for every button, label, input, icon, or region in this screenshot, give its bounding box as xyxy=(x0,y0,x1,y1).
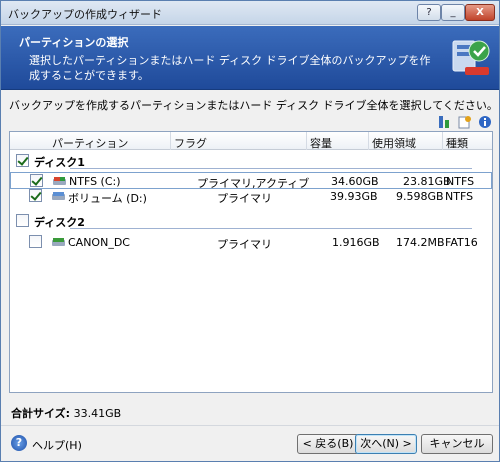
instruction-text: バックアップを作成するパーティションまたはハード ディスク ドライブ全体を選択し… xyxy=(9,99,498,112)
footer-divider xyxy=(1,425,499,426)
title-bar: バックアップの作成ウィザード ? _ X xyxy=(1,1,499,25)
info-icon[interactable] xyxy=(478,115,492,129)
back-button[interactable]: < 戻る(B) xyxy=(297,434,359,454)
wizard-window: バックアップの作成ウィザード ? _ X パーティションの選択 選択したパーティ… xyxy=(0,0,500,462)
partition-icon xyxy=(53,177,66,185)
partition-name: NTFS (C:) xyxy=(69,175,121,188)
disk1-checkbox[interactable] xyxy=(16,154,29,167)
partition-row[interactable]: ボリューム (D:) プライマリ 39.93GB 9.598GB NTFS xyxy=(10,188,492,205)
minimize-button[interactable]: _ xyxy=(441,4,465,21)
partition-type: NTFS xyxy=(446,175,475,188)
close-button[interactable]: X xyxy=(465,4,495,21)
partition-used: 9.598GB xyxy=(396,190,444,203)
window-title: バックアップの作成ウィザード xyxy=(8,8,162,21)
partition-flags: プライマリ xyxy=(217,238,272,251)
disk-group-2: ディスク2 xyxy=(10,212,492,230)
partition-type: NTFS xyxy=(445,190,474,203)
col-used[interactable]: 使用領域 xyxy=(372,135,416,151)
partition-icon xyxy=(52,192,65,200)
total-size: 合計サイズ: 33.41GB xyxy=(11,405,121,421)
total-size-value: 33.41GB xyxy=(73,407,122,420)
next-button[interactable]: 次へ(N) > xyxy=(355,434,417,454)
partition-checkbox[interactable] xyxy=(30,174,43,187)
disk2-checkbox[interactable] xyxy=(16,214,29,227)
help-title-button[interactable]: ? xyxy=(417,4,441,21)
partition-flags: プライマリ xyxy=(217,192,272,205)
partition-checkbox[interactable] xyxy=(29,235,42,248)
col-flags[interactable]: フラグ xyxy=(174,135,207,151)
partition-name: CANON_DC xyxy=(68,236,130,249)
column-header: パーティション フラグ 容量 使用領域 種類 xyxy=(10,132,492,150)
list-toolbar xyxy=(438,115,494,129)
col-capacity[interactable]: 容量 xyxy=(310,135,332,151)
partition-name: ボリューム (D:) xyxy=(68,192,147,205)
col-partition[interactable]: パーティション xyxy=(52,135,128,151)
partition-capacity: 1.916GB xyxy=(332,236,380,249)
partition-type: FAT16 xyxy=(445,236,478,249)
disk-group-1: ディスク1 xyxy=(10,152,492,170)
details-icon[interactable] xyxy=(458,115,472,129)
partition-icon xyxy=(52,238,65,246)
help-icon: ? xyxy=(11,435,27,451)
partition-capacity: 34.60GB xyxy=(331,175,379,188)
col-type[interactable]: 種類 xyxy=(446,135,468,151)
partition-checkbox[interactable] xyxy=(29,189,42,202)
cancel-button[interactable]: キャンセル xyxy=(421,434,493,454)
partition-row[interactable]: NTFS (C:) プライマリ,アクティブ 34.60GB 23.81GB NT… xyxy=(10,172,492,190)
total-size-label: 合計サイズ: xyxy=(11,407,71,420)
partition-used: 174.2MB xyxy=(396,236,445,249)
sort-icon[interactable] xyxy=(438,115,452,129)
partition-row[interactable]: CANON_DC プライマリ 1.916GB 174.2MB FAT16 xyxy=(10,234,492,251)
help-label: ヘルプ(H) xyxy=(32,439,82,452)
wizard-header: パーティションの選択 選択したパーティションまたはハード ディスク ドライブ全体… xyxy=(1,26,499,90)
page-description: 選択したパーティションまたはハード ディスク ドライブ全体のバックアップを作成す… xyxy=(29,54,431,82)
partition-list[interactable]: パーティション フラグ 容量 使用領域 種類 ディスク1 NTFS (C:) プ… xyxy=(9,131,493,393)
partition-capacity: 39.93GB xyxy=(330,190,378,203)
backup-logo-icon xyxy=(452,40,490,75)
partition-used: 23.81GB xyxy=(403,175,451,188)
page-title: パーティションの選択 xyxy=(19,36,129,49)
